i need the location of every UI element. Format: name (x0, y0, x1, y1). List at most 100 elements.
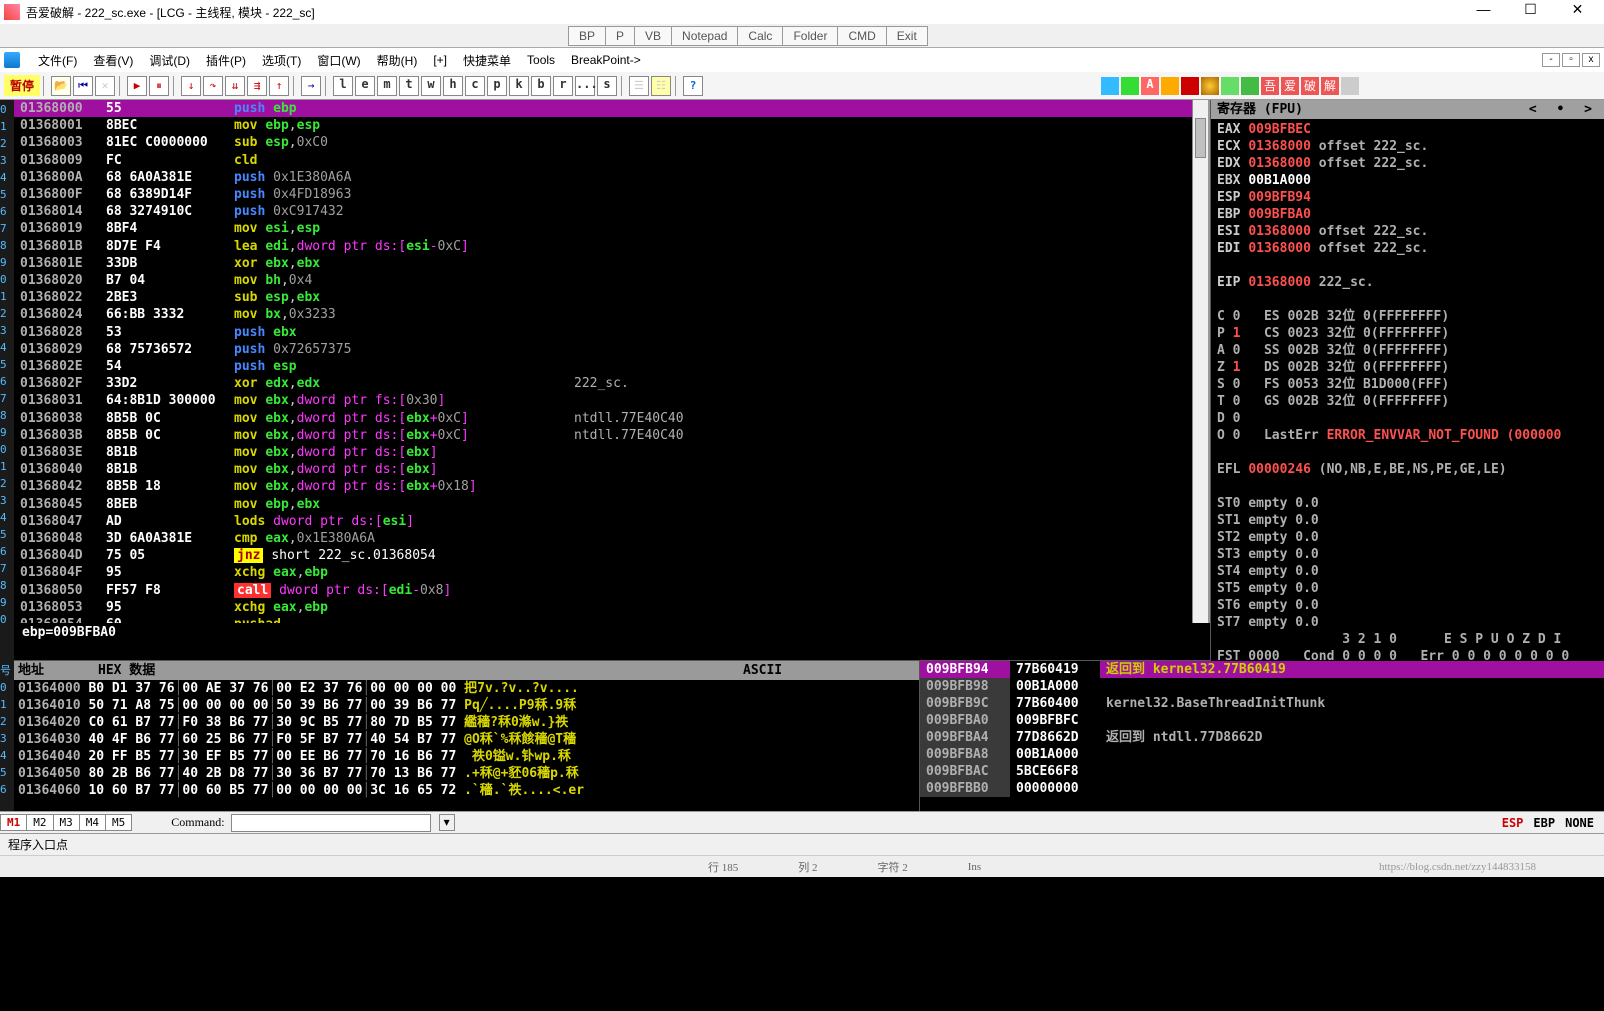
disasm-row[interactable]: 01368053 95 xchg eax,ebp (14, 599, 1208, 616)
disasm-row[interactable]: 01368045 8BEB mov ebp,ebx (14, 496, 1208, 513)
menu-item[interactable]: 窗口(W) (309, 52, 368, 69)
command-input[interactable] (231, 814, 431, 832)
disasm-row[interactable]: 0136800A 68 6A0A381E push 0x1E380A6A (14, 169, 1208, 186)
plugin-icon-9[interactable]: 吾 (1261, 77, 1279, 95)
disasm-row[interactable]: 0136803E 8B1B mov ebx,dword ptr ds:[ebx] (14, 444, 1208, 461)
letter-button-r[interactable]: r (553, 76, 573, 96)
letter-button-...[interactable]: ... (575, 76, 595, 96)
plugin-icon-1[interactable] (1101, 77, 1119, 95)
stack-row[interactable]: 009BFB9477B60419返回到 kernel32.77B60419 (920, 661, 1604, 678)
command-dropdown[interactable]: ▾ (439, 814, 455, 831)
plugin-icon-4[interactable] (1161, 77, 1179, 95)
disasm-row[interactable]: 01368014 68 3274910C push 0xC917432 (14, 203, 1208, 220)
plugin-icon-11[interactable]: 破 (1301, 77, 1319, 95)
disasm-row[interactable]: 01368000 55 push ebp (14, 100, 1208, 117)
plugin-icon-3[interactable]: A (1141, 77, 1159, 95)
plugin-tab-notepad[interactable]: Notepad (671, 26, 738, 46)
menu-item[interactable]: 帮助(H) (369, 52, 426, 69)
memory-tab-M4[interactable]: M4 (79, 814, 106, 831)
memory-tab-M1[interactable]: M1 (0, 814, 27, 831)
memory-tab-M5[interactable]: M5 (105, 814, 132, 831)
stack-row[interactable]: 009BFBAC5BCE66F8 (920, 763, 1604, 780)
disasm-row[interactable]: 01368038 8B5B 0C mov ebx,dword ptr ds:[e… (14, 410, 1208, 427)
disasm-row[interactable]: 01368040 8B1B mov ebx,dword ptr ds:[ebx] (14, 461, 1208, 478)
close-button[interactable]: ✕ (1555, 1, 1600, 23)
menu-item[interactable]: [+] (425, 53, 455, 67)
mdi-minimize[interactable]: - (1542, 53, 1560, 67)
plugin-tab-calc[interactable]: Calc (737, 26, 783, 46)
disasm-row[interactable]: 01368031 64:8B1D 300000 mov ebx,dword pt… (14, 392, 1208, 409)
letter-button-b[interactable]: b (531, 76, 551, 96)
step-over-button[interactable]: ↷ (203, 76, 223, 96)
plugin-icon-8[interactable] (1241, 77, 1259, 95)
maximize-button[interactable]: ☐ (1508, 1, 1553, 23)
disasm-row[interactable]: 01368020 B7 04 mov bh,0x4 (14, 272, 1208, 289)
plugin-icon-6[interactable] (1201, 77, 1219, 95)
letter-button-k[interactable]: k (509, 76, 529, 96)
run-button[interactable]: ▶ (127, 76, 147, 96)
disasm-row[interactable]: 01368024 66:BB 3332 mov bx,0x3233 (14, 306, 1208, 323)
disasm-row[interactable]: 0136801B 8D7E F4 lea edi,dword ptr ds:[e… (14, 238, 1208, 255)
plugin-tab-exit[interactable]: Exit (886, 26, 928, 46)
letter-button-h[interactable]: h (443, 76, 463, 96)
plugin-icon-13[interactable] (1341, 77, 1359, 95)
letter-button-s[interactable]: s (597, 76, 617, 96)
scrollbar-disasm[interactable] (1192, 100, 1208, 623)
stack-row[interactable]: 009BFBA800B1A000 (920, 746, 1604, 763)
label-ebp[interactable]: EBP (1533, 816, 1555, 830)
letter-button-e[interactable]: e (355, 76, 375, 96)
disasm-row[interactable]: 01368029 68 75736572 push 0x72657375 (14, 341, 1208, 358)
plugin-tab-p[interactable]: P (605, 26, 635, 46)
letter-button-w[interactable]: w (421, 76, 441, 96)
disasm-row[interactable]: 0136804D 75 05 jnz short 222_sc.01368054 (14, 547, 1208, 564)
close-file-button[interactable]: ✕ (95, 76, 115, 96)
disasm-row[interactable]: 01368009 FC cld (14, 152, 1208, 169)
trace-over-button[interactable]: ⇶ (247, 76, 267, 96)
label-none[interactable]: NONE (1565, 816, 1594, 830)
mdi-restore[interactable]: ▫ (1562, 53, 1580, 67)
menu-item[interactable]: 选项(T) (254, 52, 309, 69)
options-button[interactable]: ☰ (629, 76, 649, 96)
help-button[interactable]: ? (683, 76, 703, 96)
letter-button-c[interactable]: c (465, 76, 485, 96)
trace-into-button[interactable]: ⇊ (225, 76, 245, 96)
disasm-row[interactable]: 01368050 FF57 F8 call dword ptr ds:[edi-… (14, 582, 1208, 599)
reg-nav[interactable]: < • > (1529, 101, 1598, 118)
plugin-icon-12[interactable]: 解 (1321, 77, 1339, 95)
disasm-row[interactable]: 0136802F 33D2 xor edx,edx 222_sc. (14, 375, 1208, 392)
stack-row[interactable]: 009BFB9800B1A000 (920, 678, 1604, 695)
goto-button[interactable]: → (301, 76, 321, 96)
disasm-row[interactable]: 01368054 60 pushad (14, 616, 1208, 623)
disasm-row[interactable]: 0136800F 68 6389D14F push 0x4FD18963 (14, 186, 1208, 203)
disasm-row[interactable]: 0136801E 33DB xor ebx,ebx (14, 255, 1208, 272)
stack-pane[interactable]: 009BFB9477B60419返回到 kernel32.77B60419009… (920, 661, 1604, 811)
plugin-icon-2[interactable] (1121, 77, 1139, 95)
menu-item[interactable]: 调试(D) (141, 52, 198, 69)
disassembly-pane[interactable]: 01368000 55 push ebp 01368001 8BEC mov e… (14, 100, 1210, 623)
minimize-button[interactable]: — (1461, 1, 1506, 23)
disasm-row[interactable]: 01368003 81EC C0000000 sub esp,0xC0 (14, 134, 1208, 151)
disasm-row[interactable]: 01368001 8BEC mov ebp,esp (14, 117, 1208, 134)
memory-tab-M2[interactable]: M2 (26, 814, 53, 831)
dump-pane[interactable]: 地址 HEX 数据 ASCII 01364000 B0 D1 37 76│00 … (14, 661, 920, 811)
menu-item[interactable]: 快捷菜单 (455, 52, 519, 69)
stack-row[interactable]: 009BFB9C77B60400kernel32.BaseThreadInitT… (920, 695, 1604, 712)
plugin-tab-cmd[interactable]: CMD (837, 26, 886, 46)
plugin-tab-vb[interactable]: VB (634, 26, 672, 46)
appearance-button[interactable]: ☷ (651, 76, 671, 96)
mdi-close[interactable]: x (1582, 53, 1600, 67)
stack-row[interactable]: 009BFBA0009BFBFC (920, 712, 1604, 729)
menu-item[interactable]: Tools (519, 53, 563, 67)
step-into-button[interactable]: ↓ (181, 76, 201, 96)
disasm-row[interactable]: 01368048 3D 6A0A381E cmp eax,0x1E380A6A (14, 530, 1208, 547)
open-button[interactable]: 📂 (51, 76, 71, 96)
letter-button-p[interactable]: p (487, 76, 507, 96)
menu-item[interactable]: 查看(V) (85, 52, 141, 69)
run-till-return-button[interactable]: ↑ (269, 76, 289, 96)
disasm-row[interactable]: 01368022 2BE3 sub esp,ebx (14, 289, 1208, 306)
pause-button[interactable]: ⏸ (149, 76, 169, 96)
disasm-row[interactable]: 01368019 8BF4 mov esi,esp (14, 220, 1208, 237)
plugin-icon-7[interactable] (1221, 77, 1239, 95)
stack-row[interactable]: 009BFBA477D8662D返回到 ntdll.77D8662D (920, 729, 1604, 746)
letter-button-m[interactable]: m (377, 76, 397, 96)
